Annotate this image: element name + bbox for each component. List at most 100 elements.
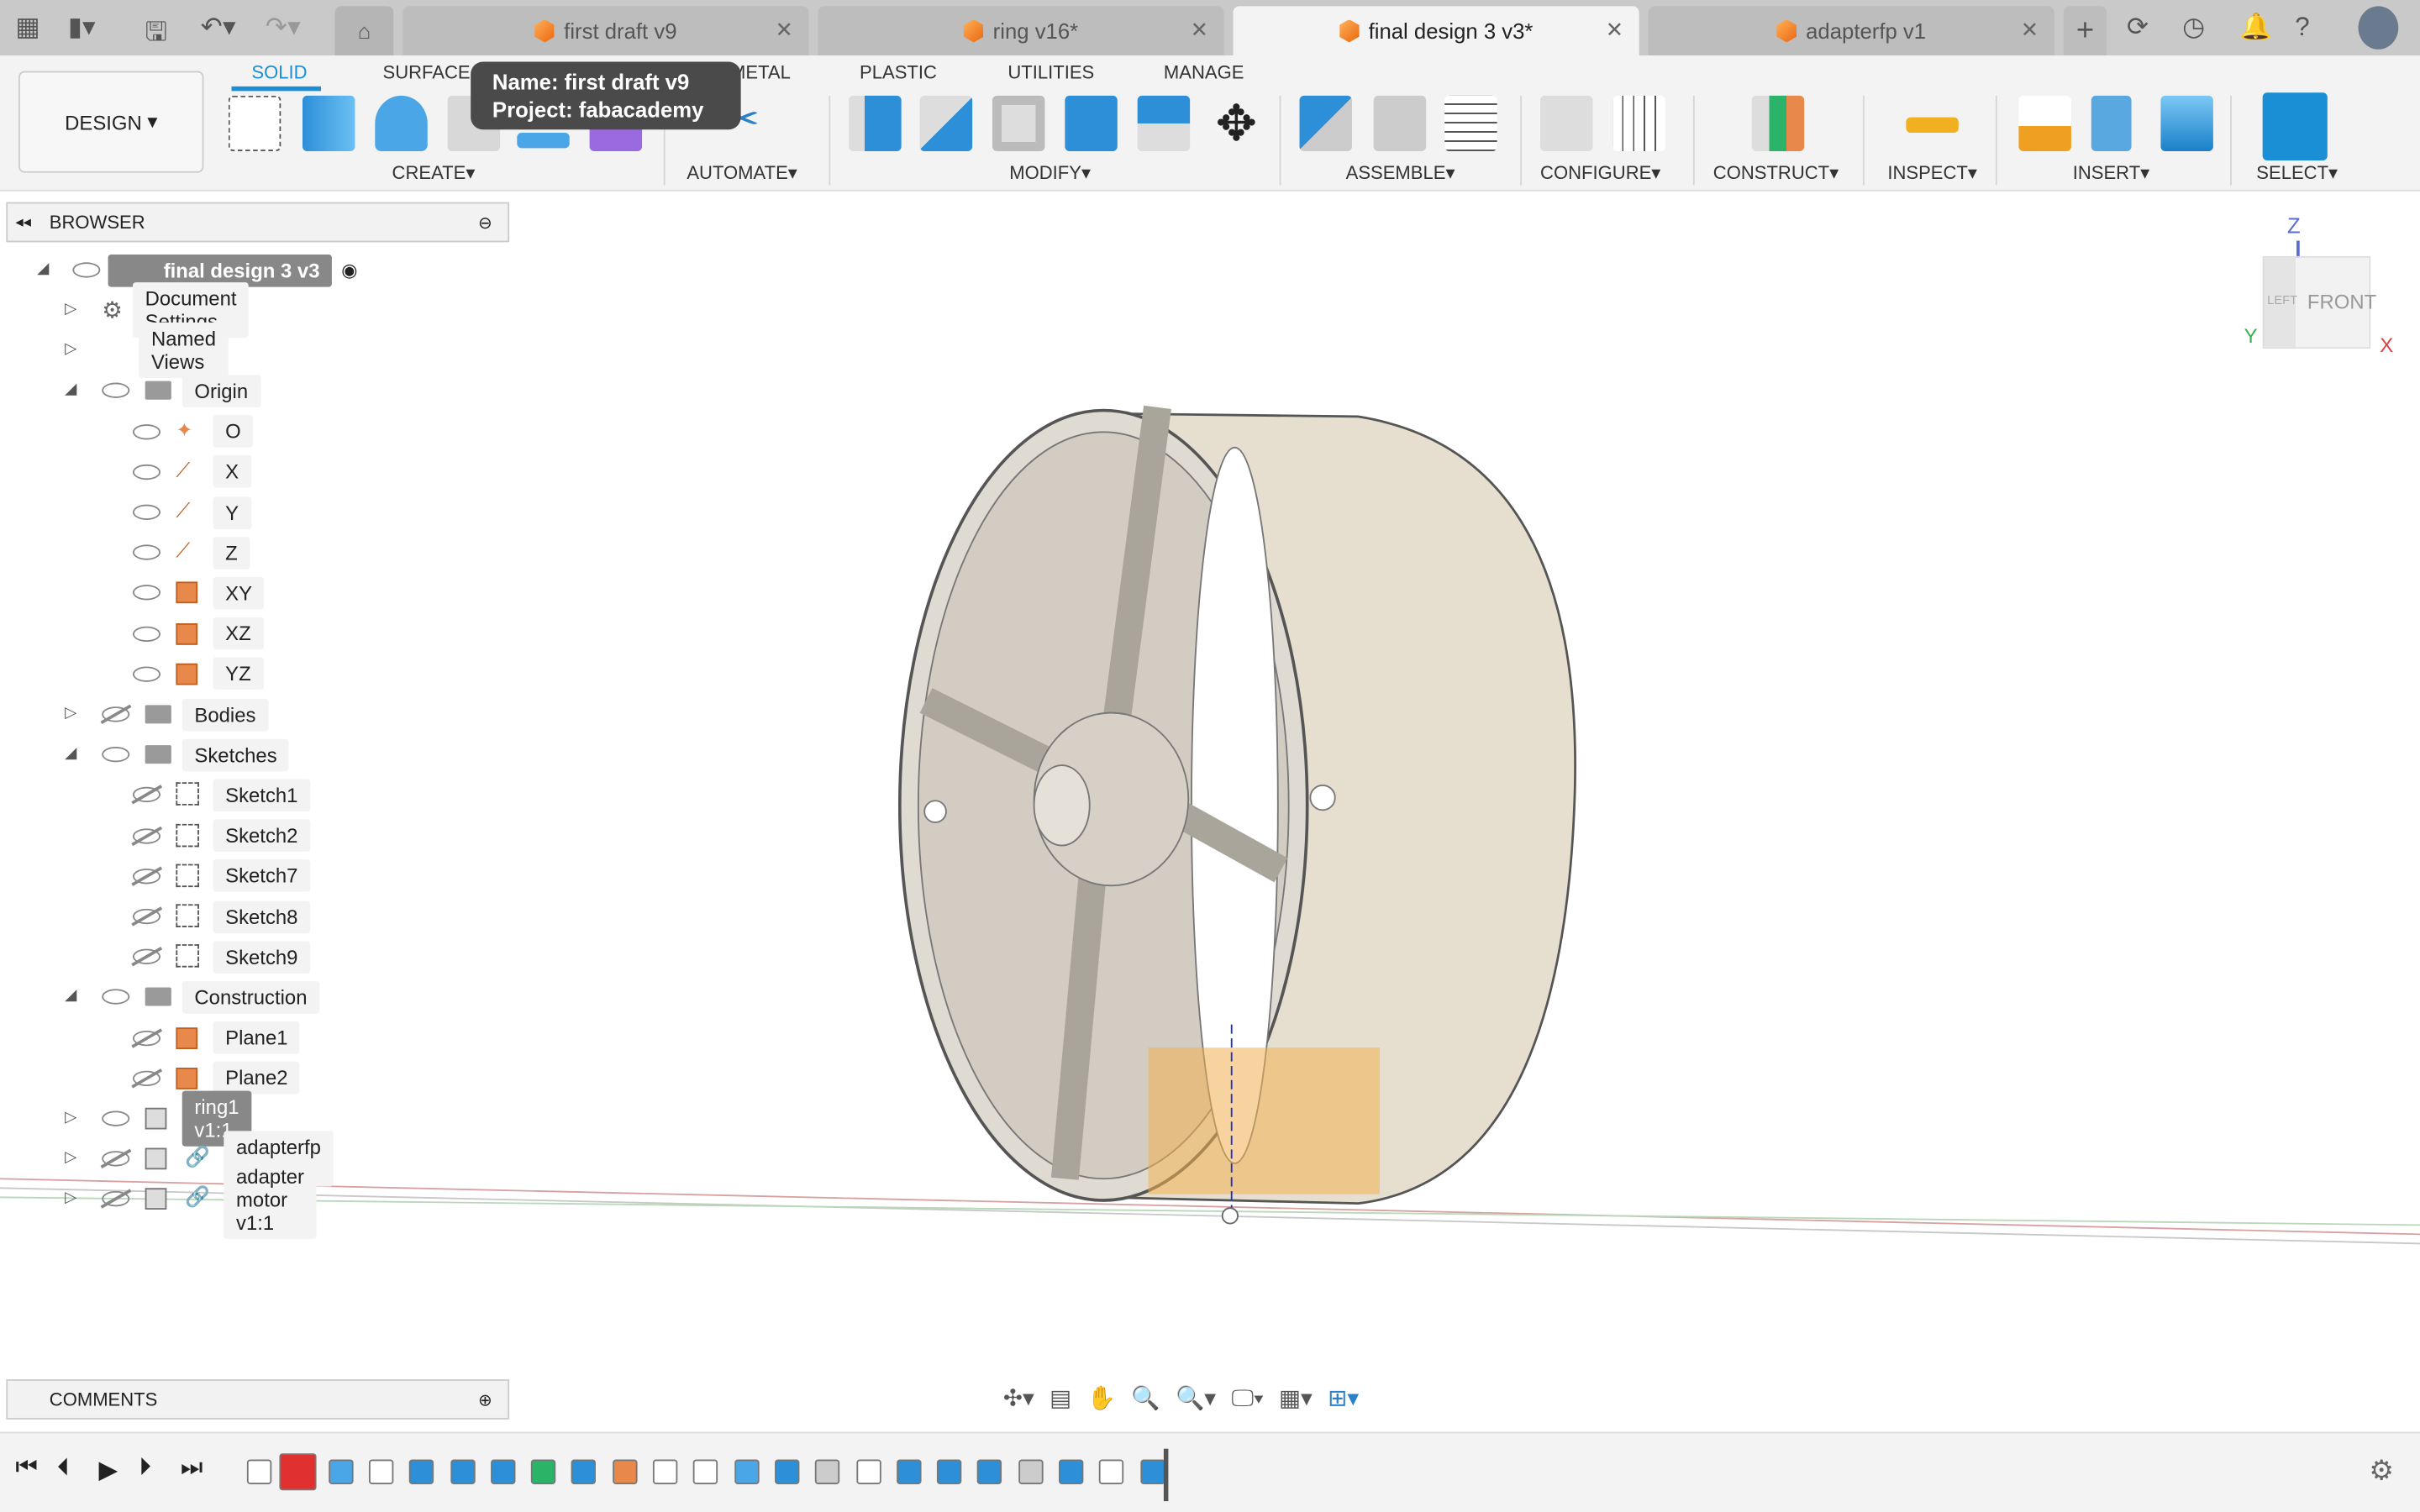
- plane-icon[interactable]: [1751, 95, 1805, 152]
- combine-icon[interactable]: [1065, 95, 1118, 152]
- timeline-feature[interactable]: [450, 1459, 475, 1484]
- create-sketch-icon[interactable]: [228, 95, 281, 152]
- left-face-label[interactable]: LEFT: [2267, 293, 2297, 307]
- tab-plastic[interactable]: PLASTIC: [860, 61, 937, 83]
- tab-manage[interactable]: MANAGE: [1164, 61, 1244, 83]
- eye-icon[interactable]: [132, 666, 161, 682]
- assemble-menu[interactable]: ASSEMBLE▾: [1346, 162, 1455, 184]
- timeline-feature[interactable]: [693, 1459, 718, 1484]
- timeline-feature[interactable]: [977, 1459, 1002, 1484]
- step-forward-icon[interactable]: ⏵: [139, 1455, 151, 1483]
- configure-icon[interactable]: [1540, 95, 1593, 152]
- zoom-window-icon[interactable]: 🔍▾: [1176, 1384, 1216, 1411]
- expand-icon[interactable]: ▷: [65, 1190, 76, 1207]
- timeline-feature[interactable]: [571, 1459, 597, 1484]
- comments-panel-header[interactable]: COMMENTS ⊕: [6, 1379, 510, 1420]
- eye-icon[interactable]: [102, 747, 130, 763]
- eye-icon[interactable]: [132, 464, 161, 480]
- measure-icon[interactable]: [1906, 117, 1959, 133]
- step-back-icon[interactable]: ⏴: [57, 1455, 70, 1483]
- eye-icon[interactable]: [132, 504, 161, 520]
- eye-hidden-icon[interactable]: [102, 1151, 130, 1167]
- expand-icon[interactable]: ▷: [65, 301, 76, 318]
- origin-point[interactable]: [1221, 1207, 1239, 1225]
- eye-icon[interactable]: [132, 423, 161, 439]
- collapse-icon[interactable]: ◢: [65, 745, 76, 762]
- extrude-icon[interactable]: [302, 95, 355, 152]
- pattern-icon[interactable]: [517, 132, 570, 149]
- eye-icon[interactable]: [132, 544, 161, 561]
- press-pull-icon[interactable]: [849, 95, 902, 152]
- close-icon[interactable]: ✕: [776, 17, 794, 43]
- joint-icon[interactable]: [1373, 95, 1427, 152]
- configure-menu[interactable]: CONFIGURE▾: [1540, 162, 1660, 184]
- create-menu[interactable]: CREATE▾: [392, 162, 476, 184]
- orbit-icon[interactable]: ✣▾: [1003, 1384, 1034, 1411]
- timeline-feature[interactable]: [896, 1459, 922, 1484]
- timeline-feature[interactable]: [1139, 1459, 1165, 1484]
- front-face-label[interactable]: FRONT: [2307, 290, 2376, 313]
- eye-icon[interactable]: [132, 585, 161, 601]
- select-menu[interactable]: SELECT▾: [2256, 162, 2338, 184]
- close-icon[interactable]: ✕: [2021, 17, 2039, 43]
- insert-menu[interactable]: INSERT▾: [2073, 162, 2150, 184]
- save-icon[interactable]: 🖫: [145, 13, 168, 57]
- wheel-model[interactable]: [897, 405, 1576, 1225]
- collapse-icon[interactable]: ◢: [65, 988, 76, 1005]
- eye-hidden-icon[interactable]: [132, 868, 161, 885]
- timeline-feature[interactable]: [368, 1459, 394, 1484]
- timeline-feature[interactable]: [1099, 1459, 1124, 1484]
- select-icon[interactable]: [2262, 92, 2328, 161]
- timeline-feature[interactable]: [815, 1459, 840, 1484]
- go-to-end-icon[interactable]: ⏭: [181, 1455, 203, 1483]
- timeline-feature[interactable]: [409, 1459, 434, 1484]
- revolve-icon[interactable]: [375, 95, 428, 152]
- eye-icon[interactable]: [102, 990, 130, 1005]
- fillet-icon[interactable]: [919, 95, 973, 152]
- timeline-feature[interactable]: [1018, 1459, 1044, 1484]
- configuration-table-icon[interactable]: [1612, 95, 1665, 152]
- help-icon[interactable]: ?: [2295, 13, 2309, 44]
- expand-plus-icon[interactable]: ⊕: [478, 1389, 492, 1410]
- tab-final-design[interactable]: final design 3 v3* ✕: [1233, 6, 1639, 56]
- construct-menu[interactable]: CONSTRUCT▾: [1713, 162, 1839, 184]
- insert-canvas-icon[interactable]: [2160, 95, 2213, 152]
- active-radio-icon[interactable]: ◉: [341, 260, 357, 281]
- tab-utilities[interactable]: UTILITIES: [1007, 61, 1094, 83]
- avatar[interactable]: [2358, 6, 2399, 50]
- collapse-icon[interactable]: ◢: [65, 381, 76, 398]
- shell-icon[interactable]: [992, 95, 1045, 152]
- sync-icon[interactable]: ⟳: [2127, 13, 2149, 44]
- eye-hidden-icon[interactable]: [132, 827, 161, 843]
- modify-menu[interactable]: MODIFY▾: [1009, 162, 1091, 184]
- timeline-feature[interactable]: [937, 1459, 962, 1484]
- expand-icon[interactable]: ◢: [37, 260, 49, 277]
- timeline-feature[interactable]: [531, 1459, 556, 1484]
- eye-icon[interactable]: [102, 383, 130, 399]
- split-body-icon[interactable]: [1137, 95, 1191, 152]
- tab-ring[interactable]: ring v16* ✕: [818, 6, 1224, 56]
- eye-hidden-icon[interactable]: [102, 706, 130, 722]
- zoom-icon[interactable]: 🔍: [1131, 1384, 1160, 1411]
- timeline-feature[interactable]: [774, 1459, 800, 1484]
- new-tab-button[interactable]: +: [2063, 6, 2107, 56]
- tab-solid[interactable]: SOLID: [251, 61, 307, 83]
- bom-icon[interactable]: [1444, 95, 1497, 152]
- timeline-feature[interactable]: [490, 1459, 516, 1484]
- eye-icon[interactable]: [102, 1110, 130, 1126]
- job-status-icon[interactable]: ◷: [2182, 13, 2205, 44]
- timeline-feature[interactable]: [855, 1459, 881, 1484]
- viewports-icon[interactable]: ⊞▾: [1328, 1384, 1359, 1411]
- redo-icon[interactable]: ↷▾: [266, 13, 301, 44]
- apps-grid-icon[interactable]: ▦: [15, 13, 40, 44]
- eye-icon[interactable]: [132, 625, 161, 642]
- tab-first-draft[interactable]: first draft v9 ✕: [402, 6, 809, 56]
- eye-hidden-icon[interactable]: [102, 1191, 130, 1208]
- timeline-feature[interactable]: [612, 1459, 637, 1484]
- undo-icon[interactable]: ↶▾: [201, 13, 236, 44]
- move-icon[interactable]: ✥: [1210, 96, 1262, 151]
- eye-icon[interactable]: [72, 262, 101, 278]
- tab-adapterfp[interactable]: adapterfp v1 ✕: [1648, 6, 2054, 56]
- timeline-feature[interactable]: [1059, 1459, 1084, 1484]
- pan-icon[interactable]: ✋: [1087, 1384, 1116, 1411]
